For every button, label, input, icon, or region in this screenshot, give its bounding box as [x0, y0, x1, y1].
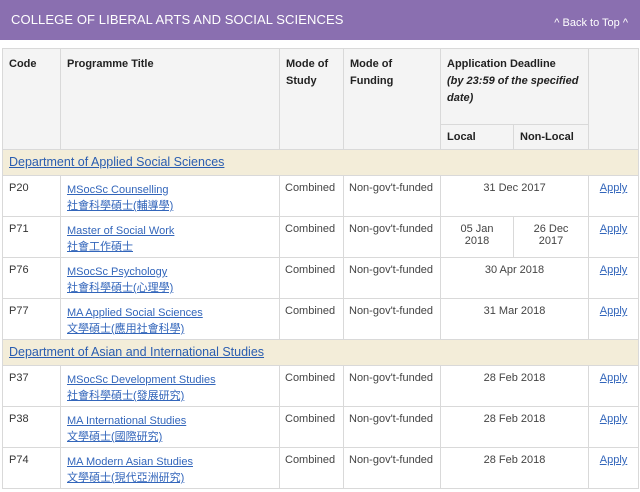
- apply-cell: Apply: [588, 257, 640, 299]
- apply-link[interactable]: Apply: [600, 372, 628, 384]
- department-cell: Department of Applied Social Sciences: [1, 149, 640, 176]
- apply-cell: Apply: [588, 175, 640, 217]
- mode-of-funding: Non-gov't-funded: [343, 175, 441, 217]
- col-header-non-local: Non-Local: [512, 124, 590, 150]
- col-header-mode-funding: Mode of Funding: [343, 48, 441, 150]
- programme-title-zh-link[interactable]: 文學碩士(現代亞洲研究): [67, 470, 273, 486]
- mode-of-funding: Non-gov't-funded: [343, 216, 441, 258]
- apply-cell: Apply: [588, 216, 640, 258]
- programme-code: P76: [2, 257, 61, 299]
- programme-title-en-link[interactable]: MA Modern Asian Studies: [67, 454, 273, 470]
- mode-of-funding: Non-gov't-funded: [343, 447, 441, 489]
- application-deadline: 28 Feb 2018: [439, 447, 590, 489]
- programme-table: Code Programme Title Mode of Study Mode …: [1, 48, 640, 489]
- department-cell: Department of Asian and International St…: [1, 339, 640, 366]
- department-link[interactable]: Department of Asian and International St…: [9, 345, 264, 359]
- apply-link[interactable]: Apply: [600, 454, 628, 466]
- mode-of-study: Combined: [279, 298, 344, 340]
- department-row: Department of Applied Social Sciences: [1, 149, 640, 176]
- mode-of-funding: Non-gov't-funded: [343, 365, 441, 407]
- application-deadline: 31 Dec 2017: [439, 175, 590, 217]
- mode-of-study: Combined: [279, 175, 344, 217]
- programme-title-zh-link[interactable]: 社會科學碩士(心理學): [67, 280, 273, 296]
- programme-title-cell: MA Applied Social Sciences 文學碩士(應用社會科學): [60, 298, 280, 340]
- col-header-deadline: Application Deadline (by 23:59 of the sp…: [439, 48, 590, 125]
- apply-cell: Apply: [588, 447, 640, 489]
- mode-of-study: Combined: [279, 216, 344, 258]
- col-header-title: Programme Title: [60, 48, 280, 150]
- mode-of-study: Combined: [279, 257, 344, 299]
- programme-title-en-link[interactable]: MSocSc Counselling: [67, 182, 273, 198]
- programme-title-zh-link[interactable]: 社會工作碩士: [67, 239, 273, 255]
- programme-code: P20: [2, 175, 61, 217]
- programme-code: P74: [2, 447, 61, 489]
- department-row: Department of Asian and International St…: [1, 339, 640, 366]
- mode-of-study: Combined: [279, 365, 344, 407]
- mode-of-study: Combined: [279, 406, 344, 448]
- programme-title-cell: MSocSc Psychology 社會科學碩士(心理學): [60, 257, 280, 299]
- col-header-mode-study: Mode of Study: [279, 48, 344, 150]
- application-deadline: 28 Feb 2018: [439, 406, 590, 448]
- table-row: P20 MSocSc Counselling 社會科學碩士(輔導學) Combined…: [2, 175, 640, 217]
- apply-link[interactable]: Apply: [600, 413, 628, 425]
- back-to-top-link[interactable]: ^ Back to Top ^: [554, 17, 628, 29]
- col-header-apply: [588, 48, 640, 150]
- department-link[interactable]: Department of Applied Social Sciences: [9, 155, 224, 169]
- apply-link[interactable]: Apply: [600, 305, 628, 317]
- table-row: P71 Master of Social Work 社會工作碩士 Combined No…: [2, 216, 640, 258]
- mode-of-funding: Non-gov't-funded: [343, 406, 441, 448]
- programme-code: P77: [2, 298, 61, 340]
- apply-link[interactable]: Apply: [600, 223, 628, 235]
- mode-of-funding: Non-gov't-funded: [343, 298, 441, 340]
- programme-title-en-link[interactable]: MSocSc Psychology: [67, 264, 273, 280]
- programme-title-cell: MSocSc Development Studies 社會科學碩士(發展研究): [60, 365, 280, 407]
- apply-cell: Apply: [588, 406, 640, 448]
- programme-title-zh-link[interactable]: 文學碩士(國際研究): [67, 429, 273, 445]
- deadline-note: (by 23:59 of the specified date): [447, 75, 579, 104]
- col-header-code: Code: [2, 48, 61, 150]
- table-row: P74 MA Modern Asian Studies 文學碩士(現代亞洲研究) Co…: [2, 447, 640, 489]
- college-header-bar: COLLEGE OF LIBERAL ARTS AND SOCIAL SCIEN…: [0, 0, 640, 40]
- apply-cell: Apply: [588, 365, 640, 407]
- apply-link[interactable]: Apply: [600, 182, 628, 194]
- programme-code: P38: [2, 406, 61, 448]
- programme-title-zh-link[interactable]: 社會科學碩士(輔導學): [67, 198, 273, 214]
- college-title: COLLEGE OF LIBERAL ARTS AND SOCIAL SCIEN…: [11, 12, 344, 27]
- deadline-label: Application Deadline: [447, 58, 556, 70]
- table-row: P76 MSocSc Psychology 社會科學碩士(心理學) Combined N…: [2, 257, 640, 299]
- programme-code: P37: [2, 365, 61, 407]
- application-deadline: 28 Feb 2018: [439, 365, 590, 407]
- table-row: P38 MA International Studies 文學碩士(國際研究) Com…: [2, 406, 640, 448]
- table-row: P37 MSocSc Development Studies 社會科學碩士(發展研究…: [2, 365, 640, 407]
- mode-of-study: Combined: [279, 447, 344, 489]
- programme-title-en-link[interactable]: MA International Studies: [67, 413, 273, 429]
- deadline-non-local: 26 Dec 2017: [512, 216, 590, 258]
- programme-code: P71: [2, 216, 61, 258]
- application-deadline: 31 Mar 2018: [439, 298, 590, 340]
- col-header-local: Local: [440, 124, 514, 150]
- programme-title-cell: MA Modern Asian Studies 文學碩士(現代亞洲研究): [60, 447, 280, 489]
- programme-title-zh-link[interactable]: 文學碩士(應用社會科學): [67, 321, 273, 337]
- mode-of-funding: Non-gov't-funded: [343, 257, 441, 299]
- programme-title-cell: MA International Studies 文學碩士(國際研究): [60, 406, 280, 448]
- table-row: P77 MA Applied Social Sciences 文學碩士(應用社會科學…: [2, 298, 640, 340]
- programme-title-en-link[interactable]: Master of Social Work: [67, 223, 273, 239]
- programme-title-cell: Master of Social Work 社會工作碩士: [60, 216, 280, 258]
- apply-link[interactable]: Apply: [600, 264, 628, 276]
- deadline-local: 05 Jan 2018: [440, 216, 514, 258]
- apply-cell: Apply: [588, 298, 640, 340]
- programme-title-en-link[interactable]: MA Applied Social Sciences: [67, 305, 273, 321]
- application-deadline: 30 Apr 2018: [439, 257, 590, 299]
- programme-title-en-link[interactable]: MSocSc Development Studies: [67, 372, 273, 388]
- programme-title-zh-link[interactable]: 社會科學碩士(發展研究): [67, 388, 273, 404]
- programme-title-cell: MSocSc Counselling 社會科學碩士(輔導學): [60, 175, 280, 217]
